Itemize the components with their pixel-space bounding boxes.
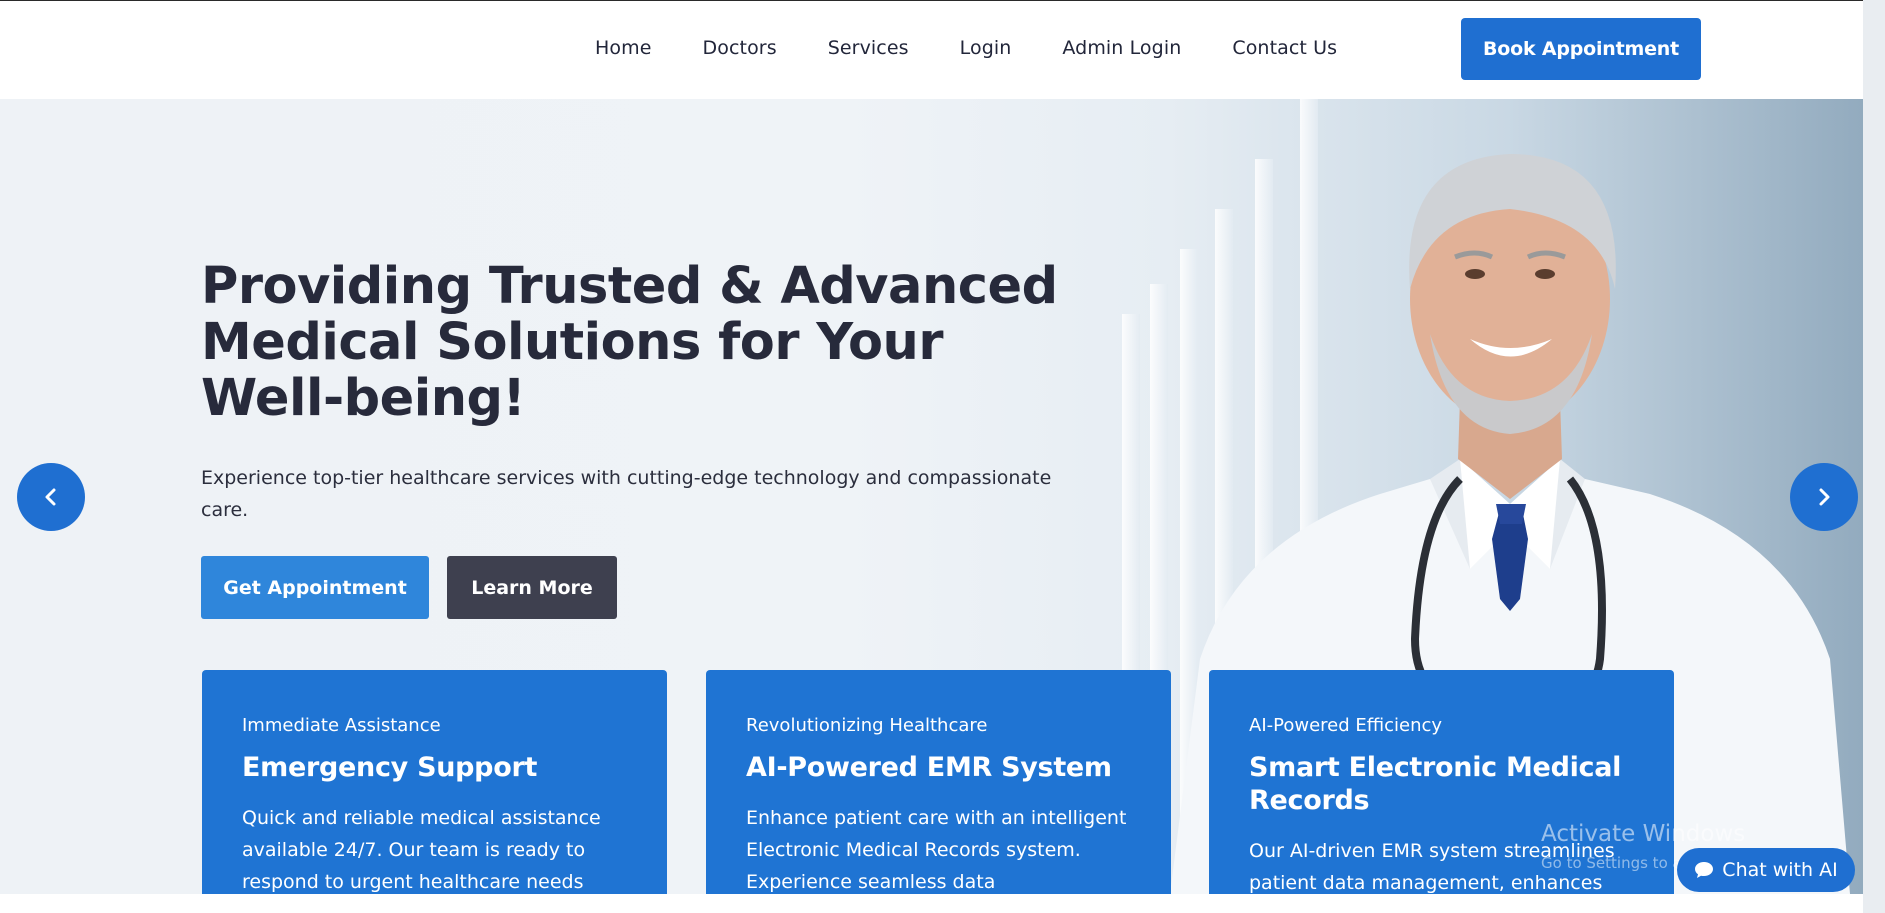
nav-login[interactable]: Login	[960, 37, 1012, 59]
chat-bubble-icon	[1695, 862, 1714, 878]
nav-admin-login[interactable]: Admin Login	[1062, 37, 1181, 59]
main-nav: Home Doctors Services Login Admin Login …	[595, 37, 1388, 59]
nav-contact-us[interactable]: Contact Us	[1232, 37, 1337, 59]
nav-services[interactable]: Services	[828, 37, 909, 59]
feature-card-emr: Revolutionizing Healthcare AI-Powered EM…	[706, 670, 1171, 913]
get-appointment-button[interactable]: Get Appointment	[201, 556, 429, 619]
nav-doctors[interactable]: Doctors	[703, 37, 777, 59]
nav-home[interactable]: Home	[595, 37, 652, 59]
feature-card-emergency: Immediate Assistance Emergency Support Q…	[202, 670, 667, 913]
chevron-left-icon	[45, 488, 56, 506]
chevron-right-icon	[1819, 488, 1830, 506]
page-bottom-strip	[0, 894, 1885, 913]
card-kicker: Immediate Assistance	[242, 715, 441, 736]
site-header: Home Doctors Services Login Admin Login …	[0, 0, 1885, 99]
card-title: AI-Powered EMR System	[746, 752, 1112, 783]
feature-card-smart-records: AI-Powered Efficiency Smart Electronic M…	[1209, 670, 1674, 913]
page-scrollbar-area	[1863, 0, 1885, 913]
hero-headline: Providing Trusted & Advanced Medical Sol…	[201, 257, 1058, 428]
os-activation-title: Activate Windows	[1541, 821, 1746, 847]
hero-subtext: Experience top-tier healthcare services …	[201, 467, 1052, 521]
carousel-prev-button[interactable]	[17, 463, 85, 531]
carousel-next-button[interactable]	[1790, 463, 1858, 531]
card-title: Smart Electronic Medical Records	[1249, 752, 1622, 816]
book-appointment-button[interactable]: Book Appointment	[1461, 18, 1701, 80]
card-kicker: Revolutionizing Healthcare	[746, 715, 988, 736]
chat-label: Chat with AI	[1722, 859, 1838, 881]
learn-more-button[interactable]: Learn More	[447, 556, 617, 619]
card-title: Emergency Support	[242, 752, 538, 783]
chat-with-ai-button[interactable]: Chat with AI	[1677, 848, 1855, 892]
card-kicker: AI-Powered Efficiency	[1249, 715, 1443, 736]
